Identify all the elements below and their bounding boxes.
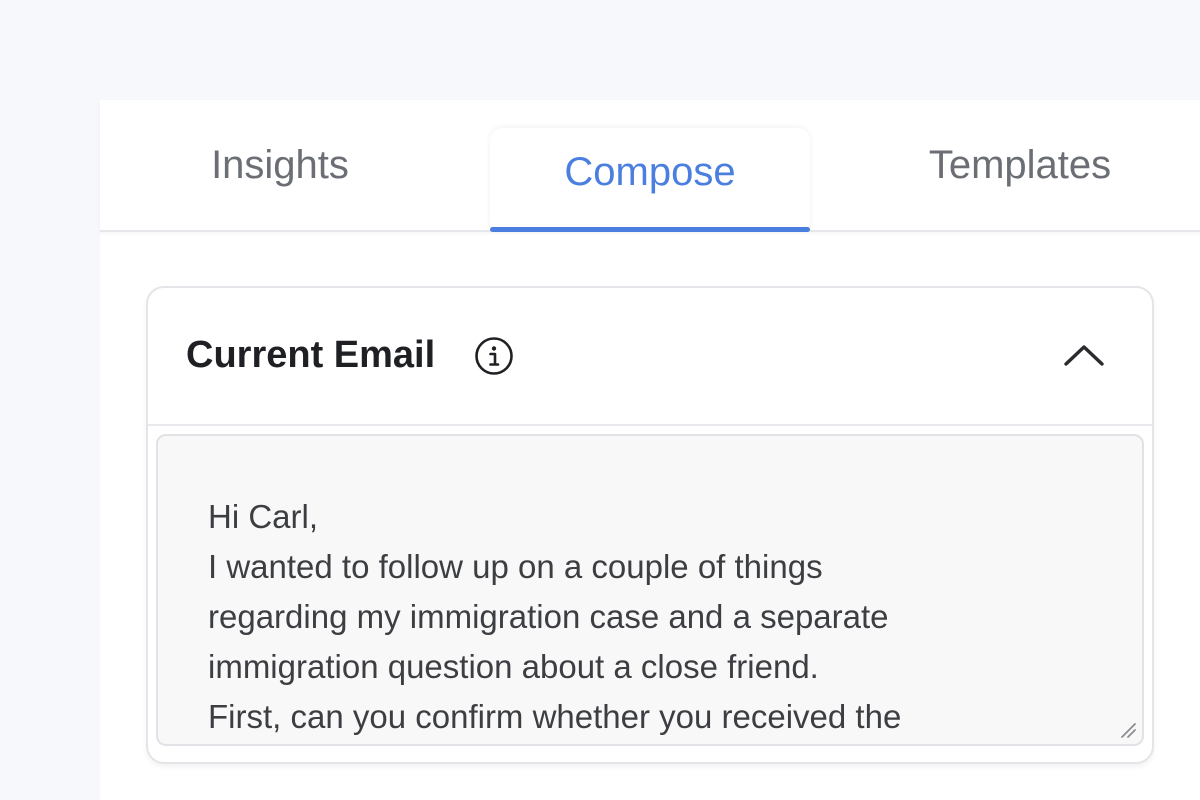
tab-insights[interactable]: Insights	[160, 100, 400, 230]
resize-handle-icon[interactable]	[1116, 718, 1138, 740]
chevron-up-icon[interactable]	[1062, 340, 1106, 370]
current-email-card: Current Email Hi Carl, I wanted to follo…	[146, 286, 1154, 764]
email-body-textarea[interactable]: Hi Carl, I wanted to follow up on a coup…	[156, 434, 1144, 746]
current-email-header[interactable]: Current Email	[148, 288, 1152, 426]
tab-templates[interactable]: Templates	[900, 100, 1140, 230]
email-body-text: Hi Carl, I wanted to follow up on a coup…	[208, 498, 902, 735]
info-icon[interactable]	[474, 336, 514, 376]
current-email-title: Current Email	[186, 334, 436, 376]
compose-panel: Insights Compose Templates Current Email…	[100, 100, 1200, 800]
tab-compose[interactable]: Compose	[490, 128, 810, 232]
tab-bar: Insights Compose Templates	[100, 100, 1200, 232]
